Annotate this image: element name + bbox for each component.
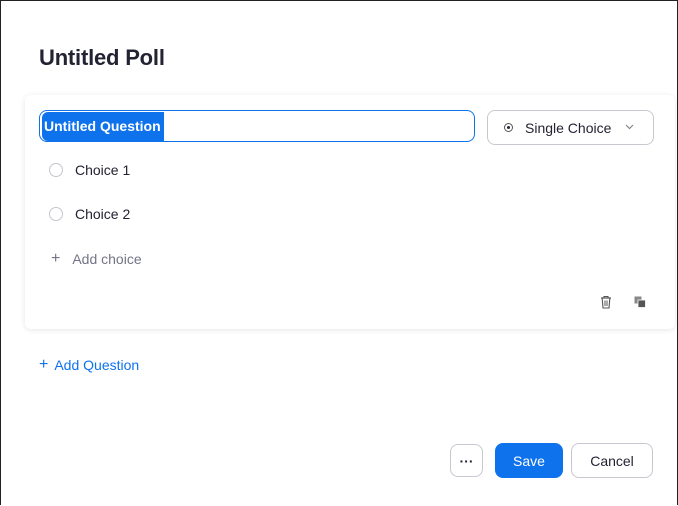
add-question-button[interactable]: + Add Question xyxy=(39,356,140,374)
choice-item[interactable]: Choice 1 xyxy=(49,162,130,178)
poll-dialog: Untitled Poll Untitled Question Single C… xyxy=(0,0,678,505)
add-question-label: Add Question xyxy=(54,357,140,373)
question-input[interactable]: Untitled Question xyxy=(39,110,475,142)
choice-label[interactable]: Choice 1 xyxy=(75,162,130,178)
add-choice-label: Add choice xyxy=(72,251,142,267)
question-type-label: Single Choice xyxy=(525,119,612,136)
radio-icon xyxy=(504,123,513,132)
more-options-button[interactable]: ··· xyxy=(450,444,483,477)
trash-icon[interactable] xyxy=(600,295,612,309)
radio-circle-icon xyxy=(49,163,63,177)
radio-circle-icon xyxy=(49,207,63,221)
poll-title[interactable]: Untitled Poll xyxy=(39,45,165,71)
cancel-button[interactable]: Cancel xyxy=(571,443,653,478)
chevron-down-icon xyxy=(625,122,634,133)
choice-item[interactable]: Choice 2 xyxy=(49,206,130,222)
add-choice-button[interactable]: + Add choice xyxy=(51,250,142,268)
copy-icon[interactable] xyxy=(634,295,646,308)
choice-label[interactable]: Choice 2 xyxy=(75,206,130,222)
question-input-text[interactable]: Untitled Question xyxy=(42,111,164,141)
question-type-select[interactable]: Single Choice xyxy=(487,110,654,145)
save-button[interactable]: Save xyxy=(495,443,563,478)
plus-icon: + xyxy=(51,250,61,267)
plus-icon: + xyxy=(39,356,49,373)
